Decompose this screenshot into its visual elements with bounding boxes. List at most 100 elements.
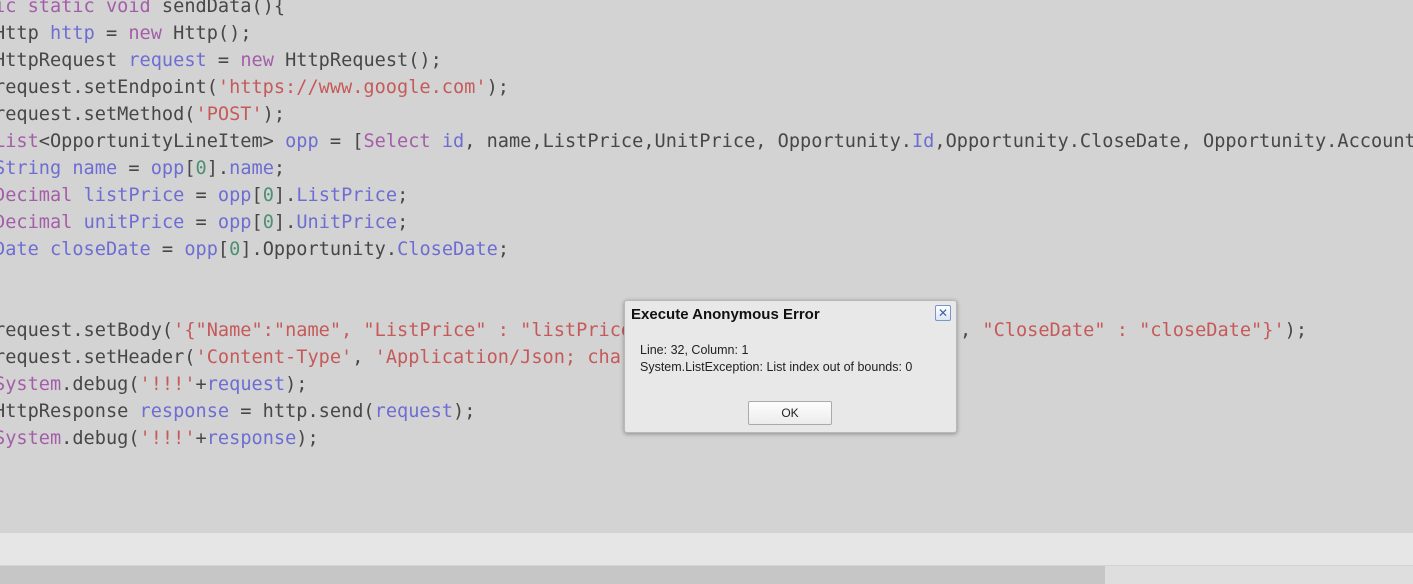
- code-token: HttpRequest();: [273, 50, 442, 71]
- code-token: request.setBody(: [0, 320, 174, 341]
- code-line: Decimal listPrice = opp[0].ListPrice;: [0, 182, 1413, 209]
- code-token: http: [49, 23, 95, 44]
- code-token: =: [184, 185, 218, 206]
- code-token: HttpRequest: [0, 50, 129, 71]
- dialog-message: Line: 32, Column: 1 System.ListException…: [640, 342, 912, 376]
- dialog-title: Execute Anonymous Error: [631, 306, 820, 323]
- code-token: .debug(: [61, 374, 140, 395]
- code-token: opp: [217, 185, 252, 206]
- close-icon[interactable]: ✕: [935, 305, 951, 321]
- horizontal-scrollbar-track[interactable]: [1105, 566, 1413, 584]
- code-line: List<OpportunityLineItem> opp = [Select …: [0, 128, 1413, 155]
- code-token: , name,ListPrice,UnitPrice, Opportunity.: [464, 131, 912, 152]
- code-line: Decimal unitPrice = opp[0].UnitPrice;: [0, 209, 1413, 236]
- error-location: Line: 32, Column: 1: [640, 343, 749, 357]
- code-token: '!!!': [139, 374, 196, 395]
- code-line: Date closeDate = opp[0].Opportunity.Clos…: [0, 236, 1413, 263]
- code-token: String name: [0, 158, 118, 179]
- code-token: Select: [363, 131, 431, 152]
- code-token: +: [195, 374, 207, 395]
- code-token: List: [0, 131, 39, 152]
- code-token: request.setMethod(: [0, 104, 196, 125]
- code-token: );: [296, 428, 319, 449]
- code-token: request.setEndpoint(: [0, 77, 218, 98]
- code-token: Http();: [161, 23, 252, 44]
- code-token: 0: [262, 185, 274, 206]
- code-token: ,: [960, 320, 983, 341]
- code-token: 'https://www.google.com': [217, 77, 487, 98]
- code-token: 0: [195, 158, 207, 179]
- code-token: =: [150, 239, 185, 260]
- code-token: ,: [352, 347, 375, 368]
- code-token: [: [251, 212, 263, 233]
- code-token: Decimal: [0, 212, 73, 233]
- code-token: );: [486, 77, 509, 98]
- code-token: ListPrice: [296, 185, 398, 206]
- code-token: "CloseDate" : "closeDate"}': [982, 320, 1285, 341]
- editor-footer-bar: [0, 533, 1413, 565]
- code-line: request.setMethod('POST');: [0, 101, 1413, 128]
- code-token: = http.send(: [229, 401, 375, 422]
- code-token: );: [285, 374, 308, 395]
- code-token: '{"Name":"name", "ListPrice" : "listPric…: [173, 320, 633, 341]
- code-token: ;: [397, 185, 409, 206]
- code-token: );: [262, 104, 286, 125]
- code-token: UnitPrice: [296, 212, 398, 233]
- code-token: ic static void: [0, 0, 151, 17]
- code-token: 'Application/Json; char: [374, 347, 633, 368]
- code-token: [: [217, 239, 230, 260]
- code-token: +: [195, 428, 207, 449]
- code-token: =: [117, 158, 151, 179]
- code-token: Http: [0, 23, 39, 44]
- code-token: Decimal: [0, 185, 73, 206]
- error-text: System.ListException: List index out of …: [640, 360, 913, 374]
- code-token: unitPrice: [83, 212, 185, 233]
- code-token: sendData(){: [150, 0, 286, 17]
- code-token: [: [184, 158, 196, 179]
- code-token: opp: [150, 158, 185, 179]
- code-token: 0: [229, 239, 241, 260]
- code-line: Http http = new Http();: [0, 20, 1413, 47]
- code-token: request: [374, 401, 453, 422]
- code-token: ,Opportunity.CloseDate, Opportunity.Acco…: [934, 131, 1413, 152]
- code-token: System: [0, 374, 62, 395]
- code-line: request.setEndpoint('https://www.google.…: [0, 74, 1413, 101]
- code-token: =: [206, 50, 241, 71]
- code-token: ].: [273, 212, 297, 233]
- code-token: ].: [273, 185, 297, 206]
- code-token: 0: [262, 212, 274, 233]
- code-token: '!!!': [139, 428, 196, 449]
- code-token: );: [1284, 320, 1308, 341]
- code-token: request.setHeader(: [0, 347, 196, 368]
- code-token: 'Content-Type': [195, 347, 353, 368]
- code-token: Id: [911, 131, 935, 152]
- code-token: System: [0, 428, 62, 449]
- code-line-tail: , "CloseDate" : "closeDate"}');: [960, 317, 1307, 344]
- code-token: id: [441, 131, 465, 152]
- code-token: opp: [285, 131, 319, 152]
- code-token: response: [206, 428, 297, 449]
- code-token: .debug(: [61, 428, 140, 449]
- ok-button[interactable]: OK: [748, 401, 832, 425]
- code-token: ;: [397, 212, 409, 233]
- code-line: String name = opp[0].name;: [0, 155, 1413, 182]
- code-token: response: [139, 401, 230, 422]
- code-token: name: [229, 158, 274, 179]
- code-token: HttpResponse: [0, 401, 140, 422]
- code-token: Date closeDate: [0, 239, 151, 260]
- horizontal-scrollbar-thumb[interactable]: [0, 566, 1105, 584]
- error-dialog: Execute Anonymous Error ✕ Line: 32, Colu…: [624, 300, 957, 433]
- code-token: new: [240, 50, 274, 71]
- code-token: new: [128, 23, 162, 44]
- code-token: <OpportunityLineItem>: [38, 131, 286, 152]
- code-token: request: [206, 374, 286, 395]
- code-token: CloseDate: [397, 239, 498, 260]
- code-token: );: [453, 401, 476, 422]
- code-token: ;: [497, 239, 510, 260]
- code-token: =: [94, 23, 129, 44]
- code-token: ].Opportunity.: [240, 239, 398, 260]
